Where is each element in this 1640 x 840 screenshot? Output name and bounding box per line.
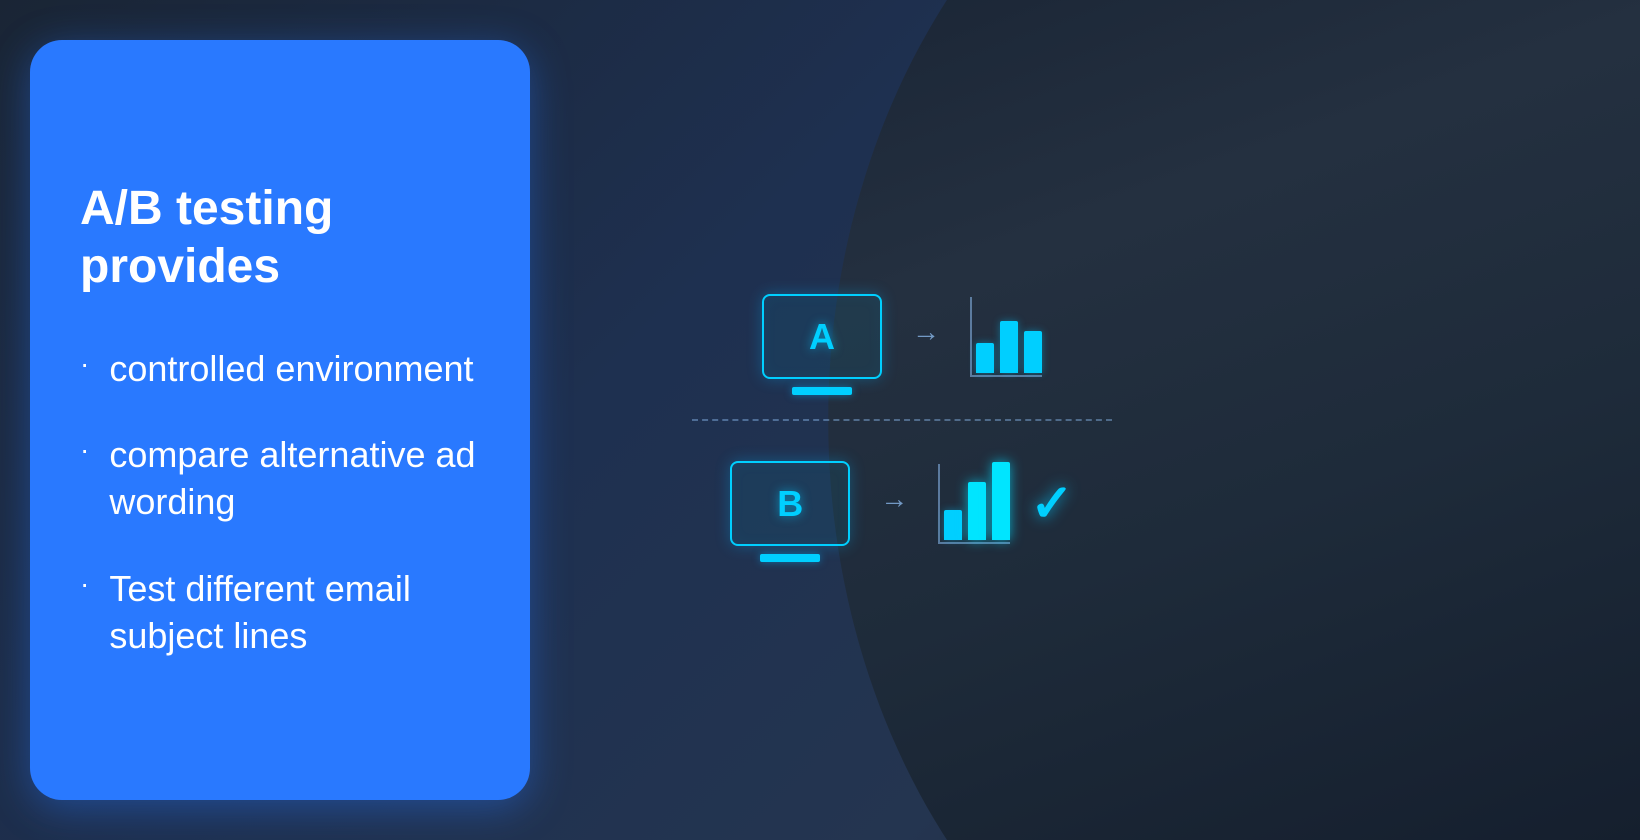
bar-a-3 xyxy=(1024,331,1042,373)
variant-b-row: B → ✓ xyxy=(730,421,1074,576)
bar-a-2 xyxy=(1000,321,1018,373)
bullet-text-1: controlled environment xyxy=(109,346,473,393)
page-container: A → B → xyxy=(0,0,1640,840)
bullet-item-3: · Test different email subject lines xyxy=(80,566,480,660)
bullet-item-1: · controlled environment xyxy=(80,346,480,393)
bullet-text-2: compare alternative ad wording xyxy=(109,432,480,526)
checkmark-icon: ✓ xyxy=(1030,474,1074,534)
bar-chart-a xyxy=(970,297,1042,377)
bar-a-1 xyxy=(976,343,994,373)
ab-diagram: A → B → xyxy=(652,170,1152,670)
arrow-b: → xyxy=(880,483,908,515)
bullet-list: · controlled environment · compare alter… xyxy=(80,346,480,660)
variant-b-label: B xyxy=(777,483,803,525)
bullet-dot-2: · xyxy=(80,436,89,464)
bullet-dot-1: · xyxy=(80,350,89,378)
arrow-a: → xyxy=(912,316,940,348)
bar-b-3 xyxy=(992,462,1010,540)
bar-b-1 xyxy=(944,510,962,540)
bar-b-2 xyxy=(968,482,986,540)
variant-a-label: A xyxy=(809,316,835,358)
bullet-text-3: Test different email subject lines xyxy=(109,566,480,660)
monitor-b: B xyxy=(730,461,850,546)
bullet-dot-3: · xyxy=(80,570,89,598)
monitor-a: A xyxy=(762,294,882,379)
bar-chart-b xyxy=(938,464,1010,544)
bullet-item-2: · compare alternative ad wording xyxy=(80,432,480,526)
variant-a-row: A → xyxy=(762,264,1042,419)
panel-title: A/B testing provides xyxy=(80,180,480,295)
left-panel: A/B testing provides · controlled enviro… xyxy=(30,40,530,800)
